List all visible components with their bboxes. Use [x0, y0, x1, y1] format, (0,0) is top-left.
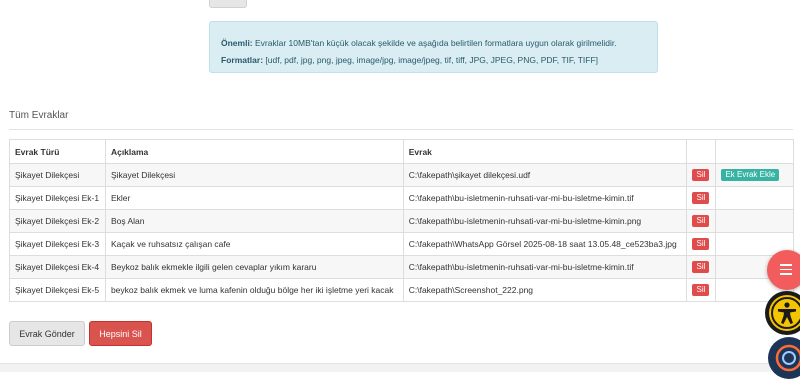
section-title: Tüm Evraklar: [9, 110, 69, 121]
cell-type: Şikayet Dilekçesi Ek-2: [9, 209, 106, 233]
table-row: Şikayet Dilekçesi Ek-3 Kaçak ve ruhsatsı…: [9, 232, 794, 256]
cell-add: [715, 209, 794, 233]
cell-type: Şikayet Dilekçesi Ek-4: [9, 255, 106, 279]
cell-type: Şikayet Dilekçesi Ek-3: [9, 232, 106, 256]
cell-file: C:\fakepath\bu-isletmenin-ruhsati-var-mi…: [402, 255, 688, 279]
delete-button[interactable]: Sil: [692, 169, 710, 181]
cell-file: C:\fakepath\WhatsApp Görsel 2025-08-18 s…: [402, 232, 688, 256]
cell-file: C:\fakepath\bu-isletmenin-ruhsati-var-mi…: [402, 209, 688, 233]
menu-icon: [780, 264, 792, 278]
floating-menu-button[interactable]: [767, 250, 800, 290]
cell-delete: Sil: [686, 255, 717, 279]
info-formats-line: Formatlar: [udf, pdf, jpg, png, jpeg, im…: [221, 52, 646, 69]
header-desc: Açıklama: [104, 139, 404, 164]
header-add: [715, 139, 794, 164]
add-attachment-button[interactable]: Ek Evrak Ekle: [721, 169, 780, 181]
chat-support-button[interactable]: [768, 337, 800, 379]
accessibility-button[interactable]: [765, 291, 800, 335]
formats-label: Formatlar:: [221, 55, 264, 65]
cell-delete: Sil: [686, 278, 717, 302]
header-delete: [686, 139, 717, 164]
cell-file: C:\fakepath\şikayet dilekçesi.udf: [402, 163, 688, 187]
delete-button[interactable]: Sil: [692, 192, 710, 204]
cell-delete: Sil: [686, 232, 717, 256]
header-type: Evrak Türü: [9, 139, 106, 164]
formats-text: [udf, pdf, jpg, png, jpeg, image/jpg, im…: [263, 55, 598, 65]
cell-file: C:\fakepath\Screenshot_222.png: [402, 278, 688, 302]
cell-delete: Sil: [686, 209, 717, 233]
delete-all-button[interactable]: Hepsini Sil: [89, 321, 152, 346]
accessibility-icon: [769, 295, 800, 331]
cell-file: C:\fakepath\bu-isletmenin-ruhsati-var-mi…: [402, 186, 688, 210]
cell-type: Şikayet Dilekçesi Ek-5: [9, 278, 106, 302]
table-header-row: Evrak Türü Açıklama Evrak: [9, 139, 794, 164]
table-row: Şikayet Dilekçesi Şikayet Dilekçesi C:\f…: [9, 163, 794, 187]
table-row: Şikayet Dilekçesi Ek-1 Ekler C:\fakepath…: [9, 186, 794, 210]
cell-delete: Sil: [686, 186, 717, 210]
important-label: Önemli:: [221, 38, 253, 48]
delete-button[interactable]: Sil: [692, 215, 710, 227]
cell-type: Şikayet Dilekçesi: [9, 163, 106, 187]
cell-add: [715, 186, 794, 210]
cell-desc: Beykoz balık ekmekle ilgili gelen cevapl…: [104, 255, 404, 279]
delete-button[interactable]: Sil: [692, 284, 710, 296]
cell-delete: Sil: [686, 163, 717, 187]
cell-desc: Kaçak ve ruhsatsız çalışan cafe: [104, 232, 404, 256]
info-important-line: Önemli: Evraklar 10MB'tan küçük olacak ş…: [221, 35, 646, 52]
table-row: Şikayet Dilekçesi Ek-4 Beykoz balık ekme…: [9, 255, 794, 279]
cell-add: Ek Evrak Ekle: [715, 163, 794, 187]
cell-desc: Şikayet Dilekçesi: [104, 163, 404, 187]
cell-desc: Ekler: [104, 186, 404, 210]
section-divider: [9, 129, 793, 130]
cell-desc: Boş Alan: [104, 209, 404, 233]
delete-button[interactable]: Sil: [692, 261, 710, 273]
delete-button[interactable]: Sil: [692, 238, 710, 250]
cell-desc: beykoz balık ekmek ve luma kafenin olduğ…: [104, 278, 404, 302]
info-alert: Önemli: Evraklar 10MB'tan küçük olacak ş…: [209, 21, 658, 73]
documents-table: Evrak Türü Açıklama Evrak Şikayet Dilekç…: [9, 139, 794, 302]
table-row: Şikayet Dilekçesi Ek-2 Boş Alan C:\fakep…: [9, 209, 794, 233]
upload-button-partial[interactable]: [209, 0, 247, 8]
table-row: Şikayet Dilekçesi Ek-5 beykoz balık ekme…: [9, 278, 794, 302]
chat-support-icon: [775, 344, 800, 372]
header-file: Evrak: [402, 139, 688, 164]
send-documents-button[interactable]: Evrak Gönder: [9, 321, 85, 346]
important-text: Evraklar 10MB'tan küçük olacak şekilde v…: [252, 38, 617, 48]
cell-type: Şikayet Dilekçesi Ek-1: [9, 186, 106, 210]
